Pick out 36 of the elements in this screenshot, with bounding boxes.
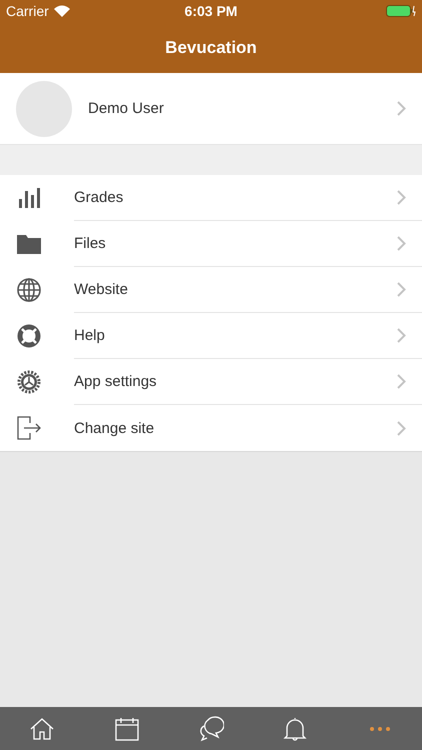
menu-label: Help [74, 327, 106, 344]
bar-chart-icon [16, 185, 42, 211]
more-icon [370, 726, 390, 730]
bell-icon [282, 716, 308, 742]
menu-label: Grades [74, 189, 124, 206]
menu-item[interactable]: Files [0, 221, 422, 267]
menu-label: App settings [74, 373, 158, 390]
menu-item[interactable]: Change site [0, 405, 422, 451]
status-time: 6:03 PM [184, 3, 238, 19]
menu-item[interactable]: Help [0, 313, 422, 359]
menu-label: Website [74, 281, 129, 298]
menu-item[interactable]: App settings [0, 359, 422, 405]
menu-label: Files [74, 235, 107, 252]
exit-icon [16, 415, 42, 441]
chevron-icon [397, 420, 406, 436]
chevron-icon [397, 282, 406, 297]
gear-icon [16, 369, 42, 395]
screen-title: Bevucation [165, 38, 257, 58]
profile-row[interactable]: Demo User [0, 73, 422, 145]
user-name: Demo User [88, 100, 165, 117]
menu-item[interactable]: Website [0, 267, 422, 313]
calendar-icon [114, 716, 140, 742]
menu-label: Change site [74, 420, 156, 436]
chevron-icon [397, 328, 406, 343]
carrier-label: Carrier [6, 3, 49, 19]
menu-item[interactable]: Grades [0, 175, 422, 221]
lifebuoy-icon [16, 323, 42, 349]
battery-icon [386, 5, 416, 17]
chevron-icon [397, 190, 406, 205]
chevron-icon [397, 101, 406, 116]
chevron-icon [397, 236, 406, 251]
wifi-icon [54, 5, 70, 17]
chevron-icon [397, 374, 406, 389]
globe-icon [16, 277, 42, 303]
chat-icon [198, 716, 224, 742]
home-icon [29, 716, 56, 742]
